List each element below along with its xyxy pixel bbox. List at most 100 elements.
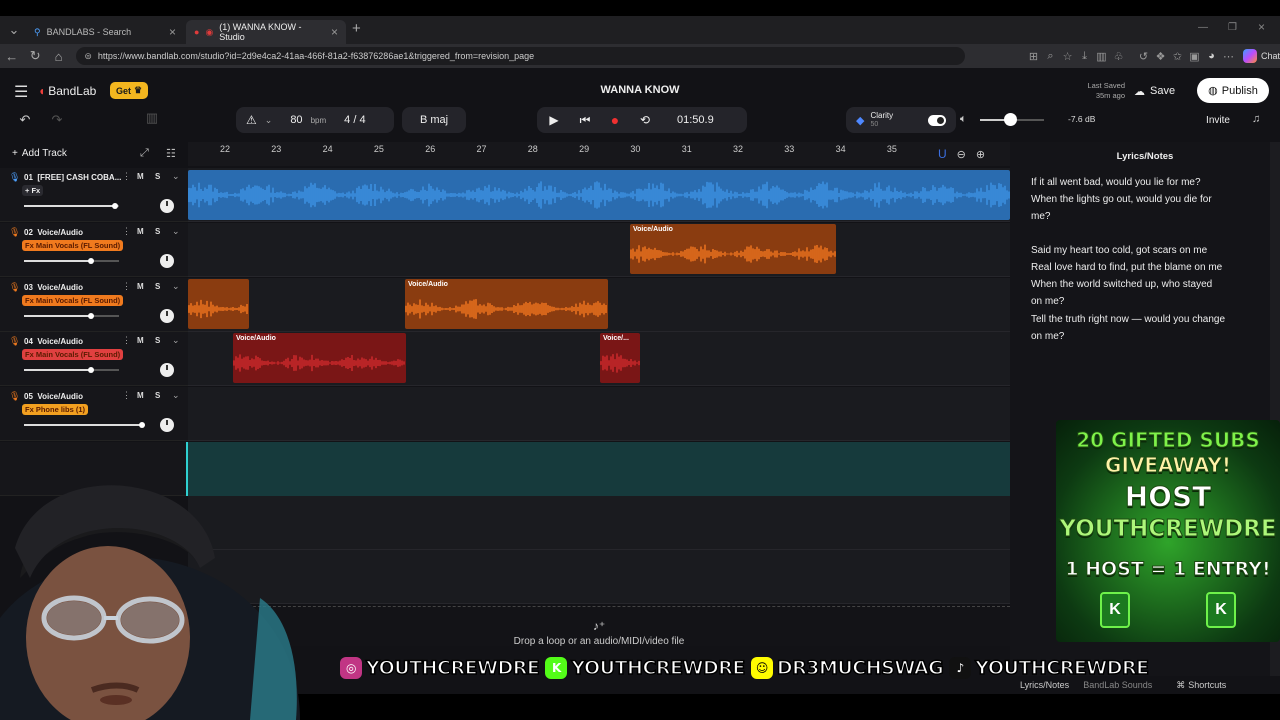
- fx-preset-badge[interactable]: Fx Main Vocals (FL Sound): [22, 295, 124, 306]
- undo-icon[interactable]: ↶: [12, 112, 38, 130]
- mute-button[interactable]: M: [137, 227, 144, 236]
- volume-handle[interactable]: [1004, 113, 1017, 126]
- volume-handle[interactable]: [112, 203, 118, 209]
- publish-button[interactable]: ◍ Publish: [1197, 78, 1269, 103]
- piano-icon[interactable]: ▥: [142, 110, 162, 130]
- favorites-list-icon[interactable]: ✩: [1169, 50, 1186, 63]
- mute-button[interactable]: M: [137, 172, 144, 181]
- audio-clip[interactable]: Voice/...: [600, 333, 640, 383]
- track-volume-slider[interactable]: [24, 422, 145, 428]
- download-icon[interactable]: ⤓: [1076, 50, 1093, 63]
- volume-handle[interactable]: [88, 313, 94, 319]
- track-lane[interactable]: [188, 387, 1010, 441]
- timeline-ruler[interactable]: 22 23 24 25 26 27 28 29 30 31 32 33 34 35: [188, 142, 1010, 166]
- tab-studio[interactable]: ● ◉ (1) WANNA KNOW - Studio ×: [186, 20, 346, 44]
- volume-handle[interactable]: [88, 367, 94, 373]
- home-icon[interactable]: ⌂: [47, 49, 70, 64]
- menu-icon[interactable]: ☰: [14, 82, 28, 102]
- solo-button[interactable]: S: [155, 391, 160, 400]
- volume-handle[interactable]: [88, 258, 94, 264]
- track-lane[interactable]: [188, 223, 1010, 277]
- redo-icon[interactable]: ↷: [44, 112, 70, 130]
- sidebar-icon[interactable]: ▥: [1093, 50, 1110, 63]
- collections-icon[interactable]: ❖: [1152, 50, 1169, 63]
- chevron-down-icon[interactable]: ⌄: [172, 226, 180, 237]
- solo-button[interactable]: S: [155, 336, 160, 345]
- get-membership-button[interactable]: Get ♛: [110, 82, 149, 99]
- copilot-chat-button[interactable]: Chat: [1243, 49, 1280, 63]
- magnet-icon[interactable]: U: [938, 147, 947, 161]
- audio-clip[interactable]: [188, 170, 1010, 220]
- metronome-dropdown-icon[interactable]: ⌄: [265, 115, 273, 126]
- master-volume-slider[interactable]: [980, 113, 1044, 126]
- track-header[interactable]: 🎙︎ 01 [FREE] CASH COBA... ⋮ M S ⌄ + Fx: [0, 168, 188, 222]
- skip-back-icon[interactable]: ⏮: [571, 113, 599, 128]
- bpm-value[interactable]: 80: [290, 114, 302, 126]
- minimize-icon[interactable]: —: [1198, 22, 1208, 33]
- bandlab-logo[interactable]: ◖ BandLab: [38, 84, 96, 98]
- search-page-icon[interactable]: ⌕: [1042, 50, 1059, 63]
- solo-button[interactable]: S: [155, 172, 160, 181]
- zoom-in-icon[interactable]: ⊕: [976, 148, 985, 161]
- track-header[interactable]: 🎙︎ 02 Voice/Audio ⋮ M S ⌄ Fx Main Vocals (FL S…: [0, 223, 188, 277]
- track-menu-icon[interactable]: ⋮: [122, 335, 131, 346]
- play-icon[interactable]: ▶: [537, 113, 571, 127]
- fx-preset-badge[interactable]: Fx Main Vocals (FL Sound): [22, 349, 124, 360]
- drop-zone[interactable]: ♪⁺ Drop a loop or an audio/MIDI/video fi…: [188, 606, 1010, 647]
- notifications-icon[interactable]: ♧: [1110, 50, 1127, 63]
- track-menu-icon[interactable]: ⋮: [122, 226, 131, 237]
- record-icon[interactable]: ●: [599, 112, 631, 128]
- project-title[interactable]: WANNA KNOW: [540, 84, 740, 96]
- tab-list-icon[interactable]: ⌄: [2, 22, 26, 38]
- mixer-icon[interactable]: ☷: [166, 147, 176, 160]
- mute-button[interactable]: M: [137, 391, 144, 400]
- pan-knob[interactable]: [160, 199, 174, 213]
- save-button[interactable]: ☁ Save: [1134, 80, 1175, 102]
- add-track-button[interactable]: + Add Track: [12, 148, 67, 159]
- mute-button[interactable]: M: [137, 336, 144, 345]
- chevron-down-icon[interactable]: ⌄: [172, 171, 180, 182]
- loop-icon[interactable]: ⟲: [631, 113, 659, 127]
- back-icon[interactable]: ←: [0, 49, 23, 64]
- close-icon[interactable]: ×: [331, 25, 338, 39]
- mute-button[interactable]: M: [137, 282, 144, 291]
- audio-clip[interactable]: Voice/Audio: [233, 333, 406, 383]
- reload-icon[interactable]: ↻: [23, 48, 46, 64]
- chevron-down-icon[interactable]: ⌄: [172, 281, 180, 292]
- track-header[interactable]: 🎙︎ 04 Voice/Audio ⋮ M S ⌄ Fx Main Vocals (FL S…: [0, 332, 188, 386]
- more-icon[interactable]: ⋯: [1220, 50, 1237, 63]
- pan-knob[interactable]: [160, 309, 174, 323]
- audio-clip[interactable]: Voice/Audio: [405, 279, 608, 329]
- add-fx-button[interactable]: + Fx: [22, 185, 44, 196]
- window-close-icon[interactable]: ×: [1258, 20, 1265, 34]
- url-field[interactable]: ⊜ https://www.bandlab.com/studio?id=2d9e…: [76, 47, 965, 65]
- zoom-out-icon[interactable]: ⊖: [957, 148, 966, 161]
- chevron-down-icon[interactable]: ⌄: [172, 390, 180, 401]
- pan-knob[interactable]: [160, 363, 174, 377]
- maximize-icon[interactable]: ❐: [1228, 22, 1237, 33]
- track-volume-slider[interactable]: [24, 313, 119, 319]
- selected-lane[interactable]: [188, 442, 1010, 496]
- track-volume-slider[interactable]: [24, 367, 119, 373]
- track-volume-slider[interactable]: [24, 203, 119, 209]
- track-menu-icon[interactable]: ⋮: [122, 390, 131, 401]
- track-menu-icon[interactable]: ⋮: [122, 281, 131, 292]
- solo-button[interactable]: S: [155, 227, 160, 236]
- profile-avatar-icon[interactable]: ◕: [1203, 50, 1220, 63]
- automation-icon[interactable]: ⤢: [140, 147, 149, 160]
- track-title[interactable]: 03 Voice/Audio: [24, 283, 83, 292]
- track-menu-icon[interactable]: ⋮: [122, 171, 131, 182]
- solo-button[interactable]: S: [155, 282, 160, 291]
- favorite-icon[interactable]: ☆: [1059, 50, 1076, 63]
- key-selector[interactable]: B maj: [402, 107, 466, 133]
- track-lane[interactable]: [188, 496, 1010, 550]
- track-header[interactable]: 🎙︎ 03 Voice/Audio ⋮ M S ⌄ Fx Main Vocals (FL S…: [0, 278, 188, 332]
- new-tab-icon[interactable]: +: [352, 20, 361, 37]
- pan-knob[interactable]: [160, 254, 174, 268]
- sidebar-toggle-icon[interactable]: ▣: [1186, 50, 1203, 63]
- audio-clip[interactable]: [188, 279, 249, 329]
- close-icon[interactable]: ×: [169, 25, 176, 39]
- invite-button[interactable]: Invite: [1194, 107, 1242, 133]
- chevron-down-icon[interactable]: ⌄: [172, 335, 180, 346]
- tab-bandlabs-search[interactable]: ⚲ BANDLABS - Search ×: [26, 20, 184, 44]
